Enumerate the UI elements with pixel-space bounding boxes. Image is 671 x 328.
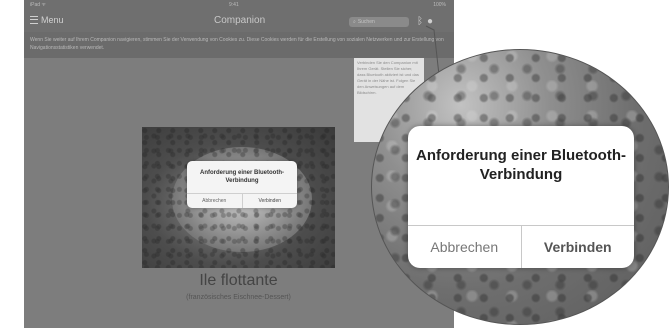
- dish-subtitle: (französisches Eischnee-Dessert): [186, 294, 291, 301]
- bluetooth-alert-dialog: Anforderung einer Bluetooth-Verbindung A…: [187, 161, 297, 208]
- zoom-callout: Anforderung einer Bluetooth-Verbindung A…: [371, 49, 669, 325]
- menu-button[interactable]: Menu: [30, 15, 64, 25]
- bluetooth-alert-dialog-zoomed: Anforderung einer Bluetooth-Verbindung A…: [408, 126, 634, 268]
- navigation-bar: Menu Companion ⌕ Suchen ᛒ ●: [24, 10, 454, 32]
- alert-title: Anforderung einer Bluetooth-Verbindung: [200, 170, 284, 184]
- alert-buttons: Abbrechen Verbinden: [187, 193, 297, 208]
- status-carrier: iPad ᯤ: [30, 2, 46, 8]
- status-battery: 100%: [433, 2, 446, 8]
- search-placeholder: Suchen: [357, 19, 375, 25]
- search-icon: ⌕: [353, 19, 356, 25]
- cookie-banner-text: Wenn Sie weiter auf Ihrem Companion navi…: [30, 37, 444, 51]
- hamburger-icon: [30, 16, 38, 24]
- status-bar: iPad ᯤ 9:41 100%: [24, 0, 454, 10]
- alert-buttons-zoomed: Abbrechen Verbinden: [408, 225, 634, 268]
- bluetooth-icon[interactable]: ᛒ: [417, 16, 423, 27]
- menu-label: Menu: [41, 15, 64, 25]
- cancel-button[interactable]: Abbrechen: [187, 194, 242, 208]
- page-title: Companion: [214, 15, 266, 26]
- alert-title-zoomed: Anforderung einer Bluetooth-Verbindung: [416, 147, 626, 183]
- connect-button[interactable]: Verbinden: [241, 194, 298, 208]
- connect-button-zoomed[interactable]: Verbinden: [520, 226, 635, 268]
- dish-title: Ile flottante: [199, 272, 278, 289]
- search-input[interactable]: ⌕ Suchen: [349, 17, 409, 27]
- cancel-button-zoomed[interactable]: Abbrechen: [408, 226, 521, 268]
- status-time: 9:41: [229, 2, 239, 8]
